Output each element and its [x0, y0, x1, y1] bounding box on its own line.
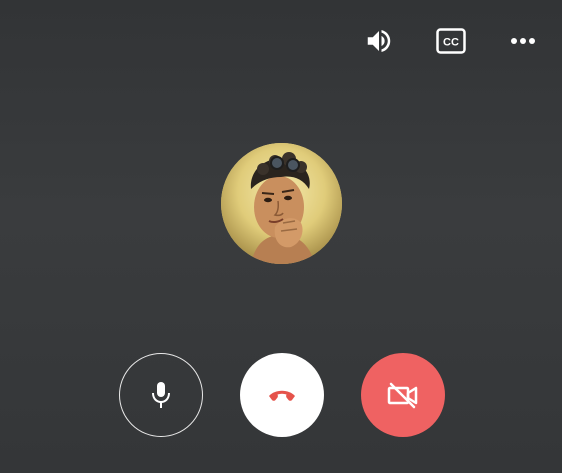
user-avatar-icon [221, 143, 342, 264]
end-call-icon [269, 390, 295, 401]
mute-microphone-button[interactable] [119, 353, 203, 437]
call-controls [119, 353, 445, 437]
closed-captions-button[interactable]: CC [434, 22, 468, 60]
closed-captions-label: CC [443, 37, 459, 49]
call-top-toolbar: CC [362, 22, 540, 60]
microphone-icon [152, 382, 170, 408]
volume-button[interactable] [362, 22, 396, 60]
video-off-icon [387, 382, 418, 409]
caller-avatar [221, 143, 342, 264]
end-call-button[interactable] [240, 353, 324, 437]
closed-captions-icon: CC [436, 28, 466, 54]
video-toggle-button[interactable] [361, 353, 445, 437]
volume-icon [367, 30, 391, 52]
more-options-button[interactable] [506, 22, 540, 60]
more-options-icon [511, 38, 535, 44]
